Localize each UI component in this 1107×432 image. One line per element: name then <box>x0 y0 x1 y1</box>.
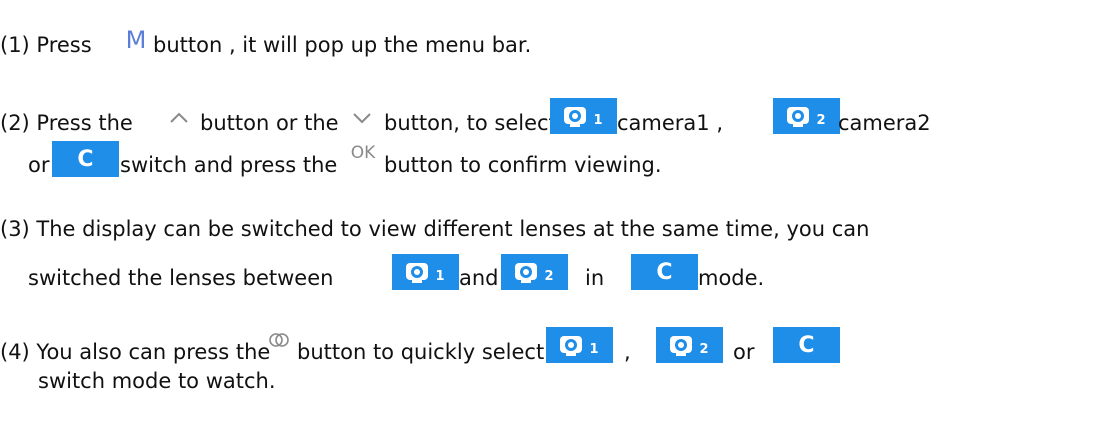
menu-m-glyph: M <box>125 26 147 54</box>
ok-button-icon: OK <box>346 138 380 168</box>
dual-view-button-icon <box>262 325 296 355</box>
step3-and-line: and <box>459 262 499 292</box>
step1-prefix: (1) Press <box>0 33 92 57</box>
step2-switch-line: switch and press the <box>120 149 337 179</box>
step4-prefix: (4) You also can press the <box>0 340 271 364</box>
camera1-number: 1 <box>589 341 599 357</box>
step4-or: or <box>733 340 755 364</box>
step3-in-line: in <box>585 262 604 292</box>
step3-prefix: switched the lenses between <box>28 266 334 290</box>
camera1-label: camera1 , <box>617 111 724 135</box>
step4-or-line: or <box>733 336 754 366</box>
switch-glyph: C <box>656 259 673 285</box>
step3-line1-text: (3) The display can be switched to view … <box>0 217 870 241</box>
camera-glyph <box>787 105 813 127</box>
step2-switch-text: switch and press the <box>120 153 338 177</box>
switch-glyph: C <box>77 146 94 172</box>
camera2-number: 2 <box>699 341 709 357</box>
camera-glyph <box>406 261 432 283</box>
step3-mode: mode. <box>698 266 765 290</box>
step1-suffix-line: button , it will pop up the menu bar. <box>153 29 531 59</box>
camera-glyph <box>515 261 541 283</box>
camera2-label: camera2 <box>838 111 931 135</box>
step2-confirm-line: button to confirm viewing. <box>384 149 662 179</box>
menu-button-icon: M <box>119 25 153 55</box>
step4-line1: (4) You also can press the <box>0 336 270 366</box>
step4-line2-text: switch mode to watch. <box>38 369 276 393</box>
camera2-number: 2 <box>544 268 554 284</box>
step2-mid1-line: button or the <box>200 107 339 137</box>
camera1-icon-step4: 1 <box>546 327 613 363</box>
step2-or-line: or <box>28 149 49 179</box>
switch-mode-icon: C <box>52 141 119 177</box>
step4-line2: switch mode to watch. <box>38 365 276 395</box>
step2-mid2: button, to select <box>384 111 557 135</box>
step3-line2: switched the lenses between <box>28 262 333 292</box>
step3-line1: (3) The display can be switched to view … <box>0 213 869 243</box>
step3-and: and <box>459 266 499 290</box>
camera1-number: 1 <box>435 268 445 284</box>
chevron-up-icon <box>170 112 188 123</box>
camera1-icon-step3: 1 <box>392 254 459 290</box>
camera-glyph <box>670 334 696 356</box>
step2-or: or <box>28 153 50 177</box>
step2-mid2-line: button, to select <box>384 107 557 137</box>
linked-circles-icon <box>269 333 289 347</box>
step4-mid: button to quickly select <box>297 340 545 364</box>
camera2-number: 2 <box>816 112 826 128</box>
ok-glyph: OK <box>350 143 376 163</box>
up-arrow-icon <box>162 103 196 133</box>
step2-mid1: button or the <box>200 111 339 135</box>
step2-camera2-label-line: camera2 <box>838 107 931 137</box>
down-arrow-icon <box>345 103 379 133</box>
step3-mode-line: mode. <box>698 262 764 292</box>
camera2-icon-step4: 2 <box>656 327 723 363</box>
step2-camera1-label-line: camera1 , <box>617 107 723 137</box>
switch-glyph: C <box>798 332 815 358</box>
step1-line: (1) Press <box>0 29 92 59</box>
step4-mid-line: button to quickly select <box>297 336 544 366</box>
camera2-icon-step3: 2 <box>501 254 568 290</box>
step4-comma: , <box>624 340 631 364</box>
step4-comma-line: , <box>624 336 631 366</box>
camera-glyph <box>560 334 586 356</box>
switch-mode-icon-step3: C <box>631 254 698 290</box>
step1-suffix: button , it will pop up the menu bar. <box>153 33 532 57</box>
step3-in: in <box>585 266 605 290</box>
camera1-icon: 1 <box>550 98 617 134</box>
camera-glyph <box>564 105 590 127</box>
step2-line1: (2) Press the <box>0 107 133 137</box>
step2-prefix: (2) Press the <box>0 111 133 135</box>
switch-mode-icon-step4: C <box>773 327 840 363</box>
step2-confirm: button to confirm viewing. <box>384 153 662 177</box>
camera1-number: 1 <box>593 112 603 128</box>
camera2-icon: 2 <box>773 98 840 134</box>
chevron-down-icon <box>353 113 371 124</box>
